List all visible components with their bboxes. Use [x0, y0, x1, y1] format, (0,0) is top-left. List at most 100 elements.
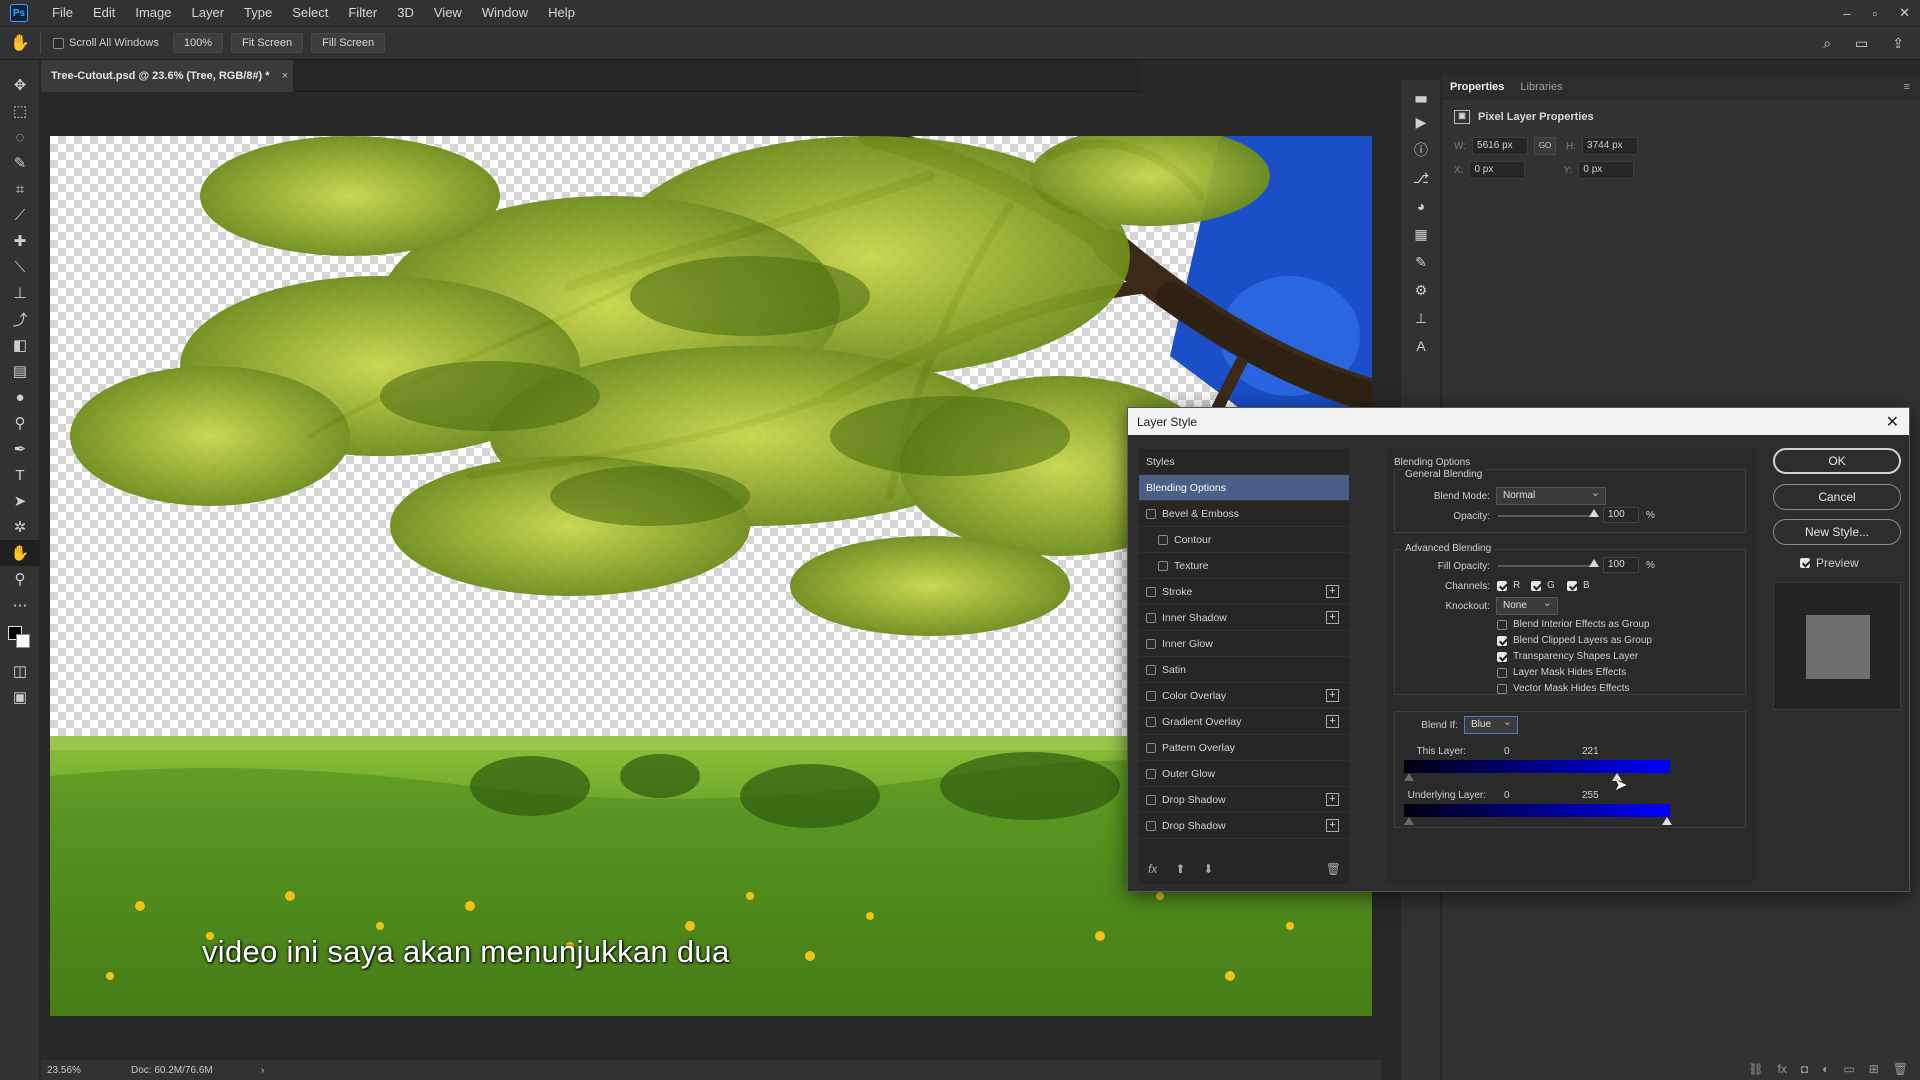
- tab-properties[interactable]: Properties: [1450, 81, 1504, 93]
- clone-stamp-tool-icon[interactable]: ⊥: [0, 280, 40, 306]
- width-field[interactable]: 5616 px: [1472, 137, 1529, 155]
- more-tools-icon[interactable]: ⋯: [0, 592, 40, 618]
- healing-brush-tool-icon[interactable]: ✚: [0, 228, 40, 254]
- style-checkbox[interactable]: [1146, 664, 1156, 675]
- knockout-dropdown[interactable]: None: [1496, 595, 1558, 615]
- style-item-color-overlay[interactable]: Color Overlay +: [1139, 683, 1349, 709]
- style-item-inner-shadow[interactable]: Inner Shadow +: [1139, 605, 1349, 631]
- new-layer-icon[interactable]: ⊞: [1869, 1062, 1879, 1076]
- channel-r-box[interactable]: [1497, 580, 1507, 591]
- swatches-grid-icon[interactable]: ▦: [1401, 220, 1441, 248]
- channel-g-box[interactable]: [1531, 580, 1541, 591]
- opacity-slider-handle[interactable]: [1589, 509, 1599, 517]
- pen-tool-icon[interactable]: ✒: [0, 436, 40, 462]
- adjustments-icon[interactable]: ⚙: [1401, 276, 1441, 304]
- lasso-tool-icon[interactable]: ◌: [0, 124, 40, 150]
- preview-checkbox[interactable]: Preview: [1800, 556, 1859, 570]
- restore-button[interactable]: ▫: [1872, 6, 1877, 21]
- y-field[interactable]: 0 px: [1578, 161, 1635, 179]
- hand-tool-icon[interactable]: ✋: [0, 540, 40, 566]
- style-item-pattern-overlay[interactable]: Pattern Overlay: [1139, 735, 1349, 761]
- channel-b-box[interactable]: [1567, 580, 1577, 591]
- style-item-texture[interactable]: Texture: [1139, 553, 1349, 579]
- style-checkbox[interactable]: [1146, 508, 1156, 519]
- move-up-icon[interactable]: ⬆: [1175, 862, 1185, 876]
- zoom-tool-icon[interactable]: ⚲: [0, 566, 40, 592]
- style-item-bevel-emboss[interactable]: Bevel & Emboss: [1139, 501, 1349, 527]
- underlying-black-handle[interactable]: [1404, 817, 1414, 825]
- height-field[interactable]: 3744 px: [1582, 137, 1639, 155]
- style-item-satin[interactable]: Satin: [1139, 657, 1349, 683]
- paths-icon[interactable]: ⎇: [1401, 164, 1441, 192]
- channel-r-checkbox[interactable]: R: [1497, 580, 1520, 591]
- workspace-icon[interactable]: ▭: [1855, 35, 1868, 52]
- channel-b-checkbox[interactable]: B: [1567, 580, 1590, 591]
- layer-mask-hides-box[interactable]: [1497, 667, 1507, 678]
- close-window-button[interactable]: ✕: [1899, 5, 1910, 21]
- style-checkbox[interactable]: [1158, 534, 1168, 545]
- dodge-tool-icon[interactable]: ⚲: [0, 410, 40, 436]
- this-layer-black-handle[interactable]: [1404, 773, 1414, 781]
- info-icon[interactable]: ⓘ: [1401, 136, 1441, 164]
- style-item-inner-glow[interactable]: Inner Glow: [1139, 631, 1349, 657]
- style-checkbox[interactable]: [1146, 820, 1156, 831]
- share-icon[interactable]: ⇪: [1892, 35, 1904, 52]
- menu-edit[interactable]: Edit: [83, 0, 125, 26]
- style-checkbox[interactable]: [1146, 586, 1156, 597]
- transparency-shapes-box[interactable]: [1497, 651, 1507, 662]
- brush-settings-icon[interactable]: ✎: [1401, 248, 1441, 276]
- adjustment-layer-icon[interactable]: ◐: [1822, 1062, 1829, 1076]
- quick-select-tool-icon[interactable]: ✎: [0, 150, 40, 176]
- add-effect-icon[interactable]: +: [1326, 715, 1339, 728]
- history-brush-tool-icon[interactable]: ⤴: [0, 306, 40, 332]
- dialog-titlebar[interactable]: Layer Style ✕: [1128, 408, 1909, 435]
- style-checkbox[interactable]: [1158, 560, 1168, 571]
- style-checkbox[interactable]: [1146, 612, 1156, 623]
- link-layers-icon[interactable]: ⛓: [1748, 1062, 1763, 1076]
- transparency-shapes-checkbox[interactable]: Transparency Shapes Layer: [1497, 651, 1638, 662]
- style-checkbox[interactable]: [1146, 690, 1156, 701]
- histogram-icon[interactable]: ▃: [1401, 80, 1441, 108]
- style-item-contour[interactable]: Contour: [1139, 527, 1349, 553]
- preview-box[interactable]: [1800, 558, 1810, 568]
- delete-layer-icon[interactable]: 🗑: [1893, 1062, 1908, 1076]
- menu-type[interactable]: Type: [234, 0, 282, 26]
- blend-if-dropdown[interactable]: Blue: [1464, 714, 1518, 734]
- add-effect-icon[interactable]: +: [1326, 689, 1339, 702]
- quick-mask-icon[interactable]: ◫: [0, 658, 40, 684]
- vector-mask-hides-checkbox[interactable]: Vector Mask Hides Effects: [1497, 683, 1630, 694]
- path-selection-tool-icon[interactable]: ➤: [0, 488, 40, 514]
- style-item-drop-shadow[interactable]: Drop Shadow +: [1139, 813, 1349, 839]
- ok-button[interactable]: OK: [1773, 448, 1901, 474]
- mask-icon[interactable]: ◘: [1801, 1062, 1808, 1076]
- style-checkbox[interactable]: [1146, 794, 1156, 805]
- blend-mode-dropdown[interactable]: Normal: [1496, 485, 1606, 505]
- style-item-drop-shadow[interactable]: Drop Shadow +: [1139, 787, 1349, 813]
- blur-tool-icon[interactable]: ●: [0, 384, 40, 410]
- status-zoom[interactable]: 23.56%: [47, 1065, 131, 1076]
- add-effect-icon[interactable]: +: [1326, 611, 1339, 624]
- cancel-button[interactable]: Cancel: [1773, 484, 1901, 510]
- fill-opacity-slider[interactable]: [1498, 565, 1596, 567]
- menu-select[interactable]: Select: [282, 0, 338, 26]
- status-arrow-icon[interactable]: ›: [261, 1065, 264, 1076]
- menu-file[interactable]: File: [42, 0, 83, 26]
- underlying-layer-gradient[interactable]: [1404, 804, 1670, 817]
- fill-opacity-slider-handle[interactable]: [1589, 559, 1599, 567]
- document-tab[interactable]: Tree-Cutout.psd @ 23.6% (Tree, RGB/8#) *…: [41, 60, 293, 92]
- color-swatches[interactable]: [0, 618, 39, 658]
- add-effect-icon[interactable]: +: [1326, 793, 1339, 806]
- blend-clipped-checkbox[interactable]: Blend Clipped Layers as Group: [1497, 635, 1652, 646]
- x-field[interactable]: 0 px: [1469, 161, 1526, 179]
- fill-opacity-input[interactable]: 100: [1603, 557, 1639, 573]
- style-item-blending-options[interactable]: Blending Options: [1139, 475, 1349, 501]
- eraser-tool-icon[interactable]: ◧: [0, 332, 40, 358]
- channel-g-checkbox[interactable]: G: [1531, 580, 1555, 591]
- style-item-stroke[interactable]: Stroke +: [1139, 579, 1349, 605]
- new-group-icon[interactable]: ▭: [1843, 1062, 1854, 1076]
- screen-mode-icon[interactable]: ▣: [0, 684, 40, 710]
- background-color[interactable]: [16, 634, 30, 648]
- blend-interior-box[interactable]: [1497, 619, 1507, 630]
- style-checkbox[interactable]: [1146, 638, 1156, 649]
- menu-image[interactable]: Image: [125, 0, 181, 26]
